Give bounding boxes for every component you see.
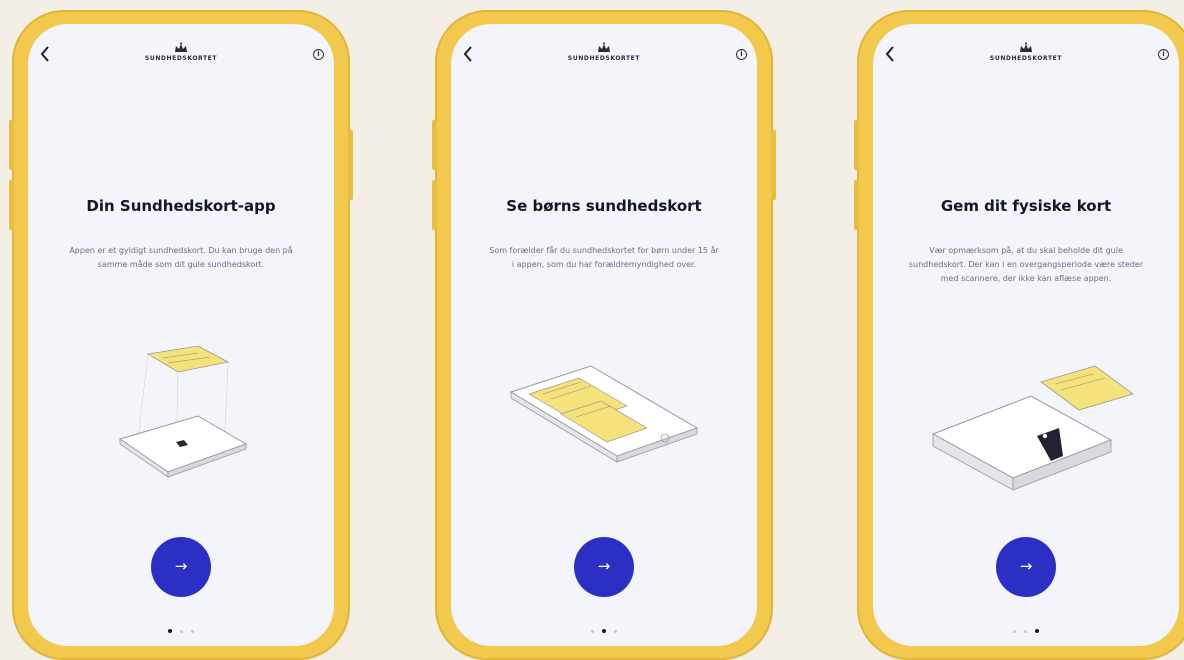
volume-up-button (854, 120, 859, 170)
phone-cards-illustration (509, 365, 699, 463)
crown-icon (1020, 42, 1032, 52)
info-icon[interactable]: i (1158, 49, 1169, 60)
crown-icon (598, 42, 610, 52)
wallet-card-illustration (931, 365, 1134, 491)
screen-title: Gem dit fysiske kort (940, 197, 1112, 215)
phone-card-illustration (118, 345, 248, 478)
brand-logo: SUNDHEDSKORTET (28, 42, 334, 62)
volume-down-button (432, 180, 437, 230)
top-bar: SUNDHEDSKORTET i (28, 24, 334, 84)
brand-logo: SUNDHEDSKORTET (873, 42, 1179, 62)
brand-name: SUNDHEDSKORTET (567, 55, 641, 62)
page-dot-3[interactable] (191, 630, 194, 633)
arrow-right-icon: → (174, 557, 188, 575)
next-button[interactable]: → (151, 537, 211, 597)
phone-frame-3: SUNDHEDSKORTET i Gem dit fysiske kort Væ… (854, 10, 1184, 660)
volume-down-button (854, 180, 859, 230)
page-dot-3[interactable] (614, 630, 617, 633)
volume-down-button (9, 180, 14, 230)
crown-icon (175, 42, 187, 52)
page-dot-1[interactable] (168, 629, 172, 633)
page-dot-3[interactable] (1035, 629, 1039, 633)
info-icon[interactable]: i (313, 49, 324, 60)
power-button (348, 130, 353, 200)
page-indicator (451, 618, 757, 637)
top-bar: SUNDHEDSKORTET i (873, 24, 1179, 84)
brand-name: SUNDHEDSKORTET (144, 55, 218, 62)
brand-logo: SUNDHEDSKORTET (451, 42, 757, 62)
arrow-right-icon: → (597, 557, 611, 575)
brand-name: SUNDHEDSKORTET (989, 55, 1063, 62)
volume-up-button (9, 120, 14, 170)
phone-frame-2: SUNDHEDSKORTET i Se børns sundhedskort S… (432, 10, 776, 660)
onboarding-screen-1: SUNDHEDSKORTET i Din Sundhedskort-app Ap… (28, 24, 334, 646)
screen-description: Som forælder får du sundhedskortet for b… (489, 246, 719, 269)
next-button[interactable]: → (574, 537, 634, 597)
volume-up-button (432, 120, 437, 170)
onboarding-screen-2: SUNDHEDSKORTET i Se børns sundhedskort S… (451, 24, 757, 646)
top-bar: SUNDHEDSKORTET i (451, 24, 757, 84)
page-indicator (873, 618, 1179, 637)
page-dot-2[interactable] (1024, 630, 1027, 633)
page-dot-1[interactable] (1013, 630, 1016, 633)
next-button[interactable]: → (996, 537, 1056, 597)
onboarding-screen-3: SUNDHEDSKORTET i Gem dit fysiske kort Væ… (873, 24, 1179, 646)
page-dot-2[interactable] (180, 630, 183, 633)
screen-description: Appen er et gyldigt sundhedskort. Du kan… (69, 246, 293, 269)
phone-frame-1: SUNDHEDSKORTET i Din Sundhedskort-app Ap… (9, 10, 353, 660)
info-icon[interactable]: i (736, 49, 747, 60)
page-dot-2[interactable] (602, 629, 606, 633)
arrow-right-icon: → (1019, 557, 1033, 575)
screen-description: Vær opmærksom på, at du skal beholde dit… (908, 246, 1144, 283)
screen-title: Din Sundhedskort-app (86, 197, 276, 215)
power-button (771, 130, 776, 200)
page-indicator (28, 618, 334, 637)
screen-title: Se børns sundhedskort (506, 197, 702, 215)
page-dot-1[interactable] (591, 630, 594, 633)
